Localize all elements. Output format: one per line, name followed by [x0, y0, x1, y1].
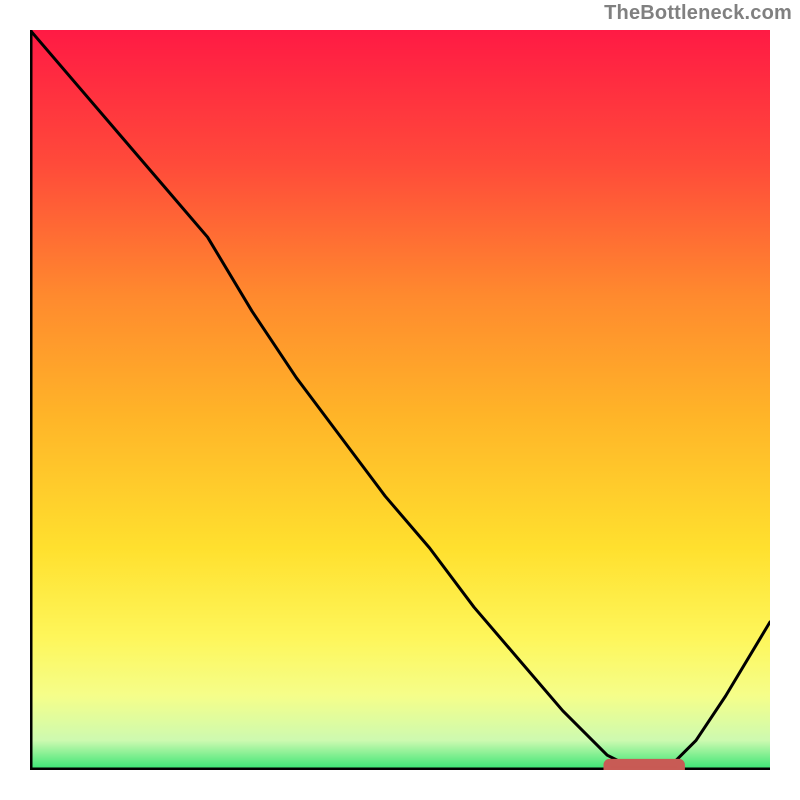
chart-container: TheBottleneck.com: [0, 0, 800, 800]
heat-gradient-background: [30, 30, 770, 770]
plot-area: [30, 30, 770, 770]
attribution-label: TheBottleneck.com: [604, 2, 792, 25]
